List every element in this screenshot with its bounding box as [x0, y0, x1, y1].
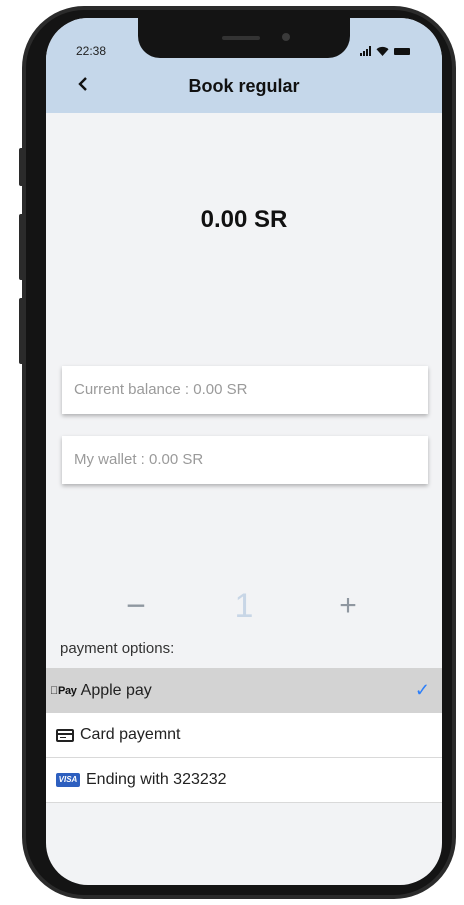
mute-switch: [19, 148, 24, 186]
increment-button[interactable]: +: [328, 586, 368, 626]
current-balance-field: Current balance : 0.00 SR: [62, 366, 428, 414]
page-title: Book regular: [188, 76, 300, 96]
decrement-button[interactable]: −: [116, 586, 156, 626]
apple-pay-icon: Pay: [50, 685, 77, 697]
front-camera: [282, 33, 290, 41]
wallet-balance-field: My wallet : 0.00 SR: [62, 436, 428, 484]
payment-option-visa[interactable]: VISA Ending with 323232: [46, 758, 442, 803]
notch: [138, 18, 350, 58]
battery-icon: [394, 48, 410, 55]
volume-down-button: [19, 298, 24, 364]
signal-icon: [360, 46, 371, 56]
payment-options-label: payment options:: [60, 640, 175, 657]
visa-icon: VISA: [56, 773, 80, 787]
payment-option-card[interactable]: Card payemnt: [46, 713, 442, 758]
payment-option-label: Card payemnt: [80, 726, 181, 743]
apple-pay-icon-text: Pay: [50, 684, 77, 697]
quantity-stepper: − 1 +: [46, 586, 442, 626]
status-icons: [360, 42, 410, 56]
status-time: 22:38: [76, 44, 107, 58]
payment-option-label: Ending with 323232: [86, 771, 227, 788]
apple-logo-icon: : [50, 685, 58, 697]
volume-up-button: [19, 214, 24, 280]
quantity-value: 1: [234, 587, 254, 625]
speaker-grille: [222, 36, 260, 40]
wifi-icon: [376, 46, 389, 56]
payment-option-label: Apple pay: [72, 681, 152, 699]
total-amount: 0.00 SR: [200, 206, 288, 233]
credit-card-icon: [56, 728, 74, 742]
check-icon: ✓: [414, 680, 430, 700]
phone-screen: 22:38 Book regular 0.00 SR Current balan…: [46, 18, 442, 885]
payment-option-apple-pay[interactable]: Pay Apple pay ✓: [46, 668, 442, 713]
